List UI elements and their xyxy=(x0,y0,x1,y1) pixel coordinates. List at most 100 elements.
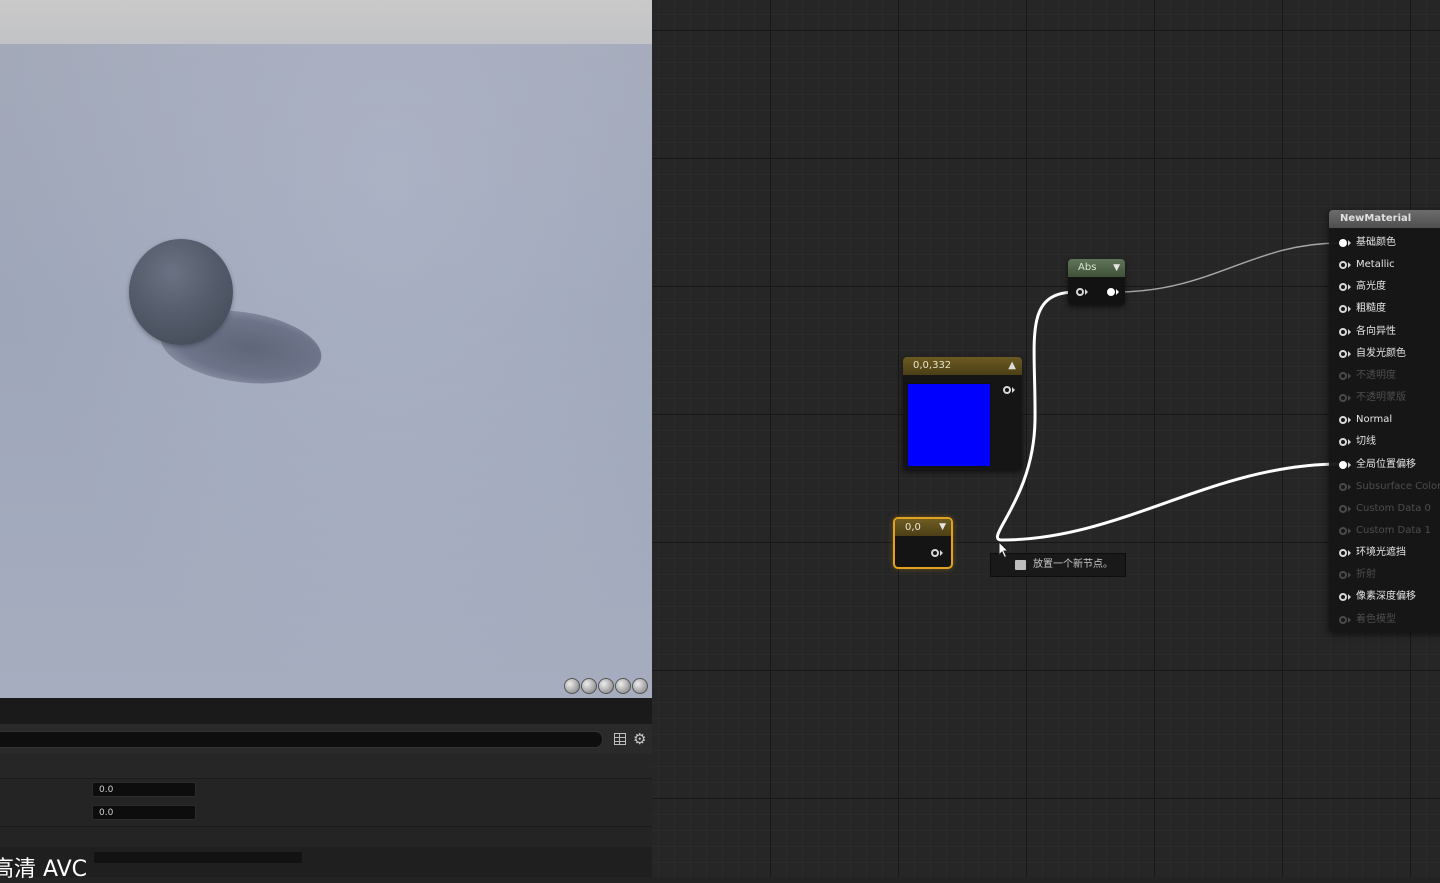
input-pin-icon xyxy=(1339,571,1347,580)
tooltip-text: 放置一个新节点。 xyxy=(1033,559,1113,570)
material-input-pin[interactable]: 全局位置偏移 xyxy=(1329,454,1440,476)
constant-node[interactable]: 0,0 ▼ xyxy=(893,517,953,569)
input-pin-icon[interactable] xyxy=(1339,239,1347,247)
input-label: 切线 xyxy=(1356,436,1376,448)
material-input-pin[interactable]: 自发光颜色 xyxy=(1329,343,1440,365)
input-pin-icon[interactable] xyxy=(1339,305,1347,314)
pin-arrow-icon xyxy=(1348,395,1351,402)
plane-icon[interactable] xyxy=(598,678,614,694)
property-value-field[interactable]: 0.0 xyxy=(92,805,196,820)
preview-sphere-mesh xyxy=(129,239,233,345)
pin-arrow-icon xyxy=(1012,387,1015,393)
pin-arrow-icon xyxy=(1348,417,1351,424)
pin-arrow-icon xyxy=(1348,439,1351,446)
input-label: 各向异性 xyxy=(1356,325,1396,337)
pin-arrow-icon xyxy=(1348,461,1351,468)
input-pin-icon[interactable] xyxy=(1339,438,1347,447)
material-graph-editor[interactable]: 0,0,332 ▲ Abs ▼ 0,0 ▼ NewMaterial 基础颜色 Me… xyxy=(652,0,1440,877)
input-label: 粗糙度 xyxy=(1356,303,1386,315)
pin-arrow-icon xyxy=(1348,328,1351,335)
wire-abs-to-base-color xyxy=(1115,242,1341,293)
input-label: 不透明度 xyxy=(1356,369,1396,381)
color-swatch[interactable] xyxy=(907,383,991,467)
material-input-pin[interactable]: 粗糙度 xyxy=(1329,298,1440,320)
input-label: 自发光颜色 xyxy=(1356,347,1406,359)
input-label: 基础颜色 xyxy=(1356,237,1396,248)
input-label: 全局位置偏移 xyxy=(1356,458,1416,470)
property-row: 0.0 xyxy=(0,802,652,824)
material-input-pin[interactable]: 像素深度偏移 xyxy=(1329,586,1440,608)
view-options-icon[interactable] xyxy=(614,733,626,745)
input-pin-icon xyxy=(1339,615,1347,624)
wire-scalar-to-world-offset xyxy=(1001,462,1341,542)
input-pin-icon[interactable] xyxy=(1339,416,1347,425)
input-pin-icon[interactable] xyxy=(1339,593,1347,602)
constant3vector-node[interactable]: 0,0,332 ▲ xyxy=(903,357,1022,470)
input-pin-icon[interactable] xyxy=(1339,327,1347,336)
output-pin-icon[interactable] xyxy=(931,549,939,557)
details-category-header[interactable] xyxy=(0,754,652,779)
pin-arrow-icon xyxy=(1348,572,1351,579)
mouse-cursor-icon xyxy=(998,541,1010,559)
material-input-pin[interactable]: Metallic xyxy=(1329,254,1440,276)
cube-icon[interactable] xyxy=(615,678,631,694)
input-pin-icon[interactable] xyxy=(1339,261,1347,270)
material-input-pin[interactable]: 基础颜色 xyxy=(1329,232,1440,254)
input-label: 高光度 xyxy=(1356,281,1386,293)
material-input-pin[interactable]: Normal xyxy=(1329,409,1440,431)
pin-arrow-icon xyxy=(1348,527,1351,534)
input-label: Normal xyxy=(1356,414,1393,426)
material-input-pin: Custom Data 0 xyxy=(1329,498,1440,520)
collapse-icon[interactable]: ▲ xyxy=(1008,357,1016,375)
material-input-pin[interactable]: 环境光遮挡 xyxy=(1329,542,1440,564)
input-label: Custom Data 0 xyxy=(1356,502,1431,514)
node-header[interactable]: Abs ▼ xyxy=(1068,259,1125,277)
node-header[interactable]: 0,0,332 ▲ xyxy=(903,357,1022,375)
input-pin-icon[interactable] xyxy=(1339,549,1347,558)
material-input-pin[interactable]: 高光度 xyxy=(1329,276,1440,298)
pin-arrow-icon xyxy=(1348,550,1351,557)
input-label: 环境光遮挡 xyxy=(1356,547,1406,559)
output-pin-icon[interactable] xyxy=(1003,386,1011,394)
input-pin-icon[interactable] xyxy=(1339,460,1347,469)
cylinder-icon[interactable] xyxy=(564,678,580,694)
input-label: Subsurface Color xyxy=(1356,480,1440,492)
property-value-field[interactable]: 0.0 xyxy=(92,782,196,797)
material-input-pin[interactable]: 切线 xyxy=(1329,431,1440,453)
input-label: Custom Data 1 xyxy=(1356,524,1431,536)
sphere-icon[interactable] xyxy=(581,678,597,694)
input-pin-icon xyxy=(1339,482,1347,491)
node-title: 0,0 xyxy=(905,522,921,533)
node-header[interactable]: 0,0 ▼ xyxy=(895,519,951,536)
video-quality-watermark: 高清 AVC xyxy=(0,857,88,882)
input-label: 折射 xyxy=(1356,569,1376,581)
pin-arrow-icon xyxy=(1348,306,1351,313)
node-header[interactable]: NewMaterial xyxy=(1329,210,1440,228)
material-result-node[interactable]: NewMaterial 基础颜色 Metallic 高光度粗糙度各向异性自发光颜色不… xyxy=(1329,210,1440,632)
property-row: 0.0 xyxy=(0,779,652,801)
material-input-pin: 不透明度 xyxy=(1329,365,1440,387)
gear-icon[interactable]: ⚙ xyxy=(633,730,646,748)
pin-arrow-icon xyxy=(1348,262,1351,269)
details-search-input[interactable] xyxy=(0,731,603,748)
input-pin-icon[interactable] xyxy=(1339,349,1347,358)
pin-arrow-icon xyxy=(1348,240,1351,246)
input-pin-icon xyxy=(1339,371,1347,380)
output-pin-icon[interactable] xyxy=(1107,288,1115,296)
pin-arrow-icon xyxy=(1348,594,1351,601)
connection-wires xyxy=(995,242,1341,542)
pin-arrow-icon xyxy=(1348,616,1351,623)
property-value-field[interactable] xyxy=(94,852,302,863)
chevron-down-icon[interactable]: ▼ xyxy=(939,519,946,536)
details-search-row: ⚙ xyxy=(0,724,652,754)
input-pin-icon[interactable] xyxy=(1076,288,1084,296)
input-pin-icon[interactable] xyxy=(1339,283,1347,292)
input-label: 不透明蒙版 xyxy=(1356,392,1406,404)
pin-arrow-icon xyxy=(1348,372,1351,379)
abs-node[interactable]: Abs ▼ xyxy=(1068,259,1125,305)
material-input-pin[interactable]: 各向异性 xyxy=(1329,321,1440,343)
chevron-down-icon[interactable]: ▼ xyxy=(1113,259,1120,277)
material-preview-viewport[interactable] xyxy=(0,0,652,698)
teapot-icon[interactable] xyxy=(632,678,648,694)
property-row xyxy=(0,847,652,877)
